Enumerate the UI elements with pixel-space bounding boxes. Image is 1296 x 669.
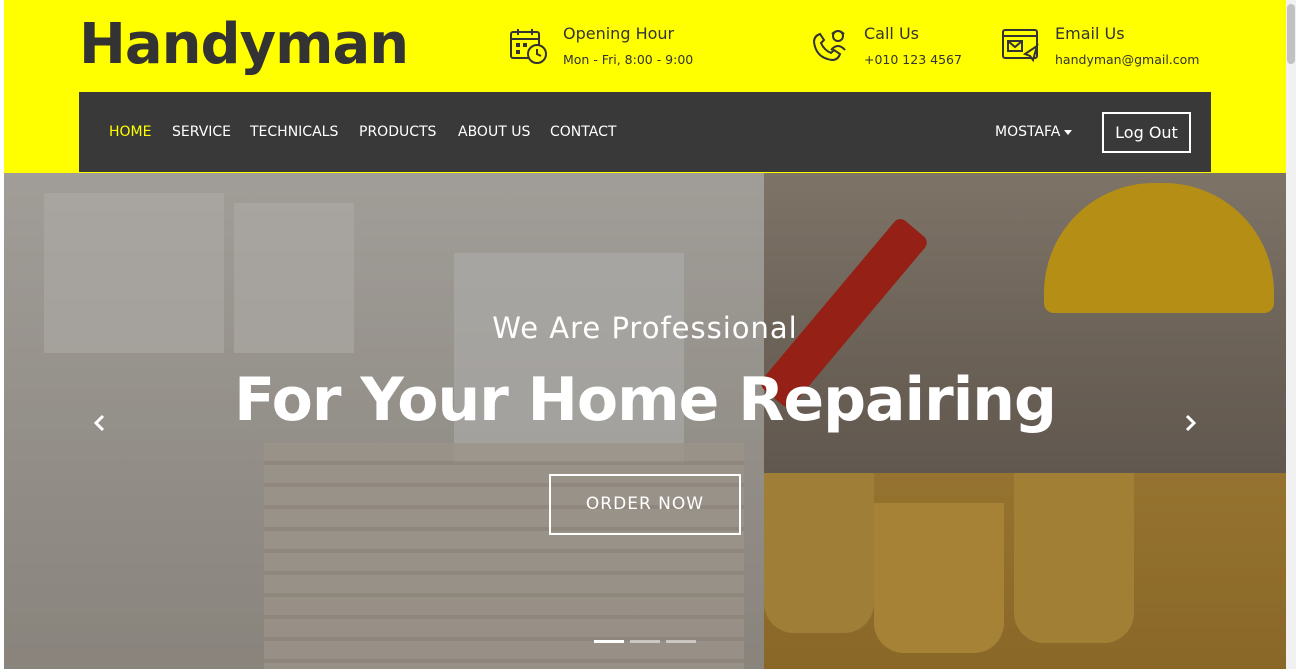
nav-home[interactable]: HOME [109,124,151,140]
user-name: MOSTAFA [995,124,1061,140]
brand-logo[interactable]: Handyman [79,10,409,80]
phone-worker-icon [812,30,846,62]
nav-service[interactable]: SERVICE [172,124,231,140]
caret-down-icon [1064,129,1073,135]
order-now-button[interactable]: ORDER NOW [549,474,741,535]
email-us-detail[interactable]: handyman@gmail.com [1055,52,1199,67]
opening-hour-title: Opening Hour [563,24,675,43]
nav-contact[interactable]: CONTACT [550,124,616,140]
carousel-prev-icon[interactable] [90,413,110,433]
calendar-clock-icon [510,29,547,64]
user-dropdown[interactable]: MOSTAFA [995,124,1073,140]
page-scrollbar[interactable] [1286,0,1296,669]
main-navbar: HOME SERVICE TECHNICALS PRODUCTS ABOUT U… [79,92,1211,172]
nav-products[interactable]: PRODUCTS [359,124,436,140]
logout-button[interactable]: Log Out [1102,112,1191,153]
carousel-indicator-2[interactable] [630,640,660,643]
carousel-indicator-3[interactable] [666,640,696,643]
hero-carousel: We Are Professional For Your Home Repair… [4,173,1286,669]
scrollbar-thumb[interactable] [1287,4,1295,64]
site-header: Handyman Opening Hour Mon - Fri, 8:00 - … [4,0,1286,173]
carousel-indicators [594,640,704,644]
email-icon [1002,29,1039,63]
carousel-indicator-1[interactable] [594,640,624,643]
nav-technicals[interactable]: TECHNICALS [250,124,338,140]
hero-subtitle: We Are Professional [492,311,798,345]
hero-title: For Your Home Repairing [234,365,1057,435]
call-us-title: Call Us [864,24,919,43]
carousel-next-icon[interactable] [1180,413,1200,433]
nav-about-us[interactable]: ABOUT US [458,124,530,140]
call-us-detail[interactable]: +010 123 4567 [864,52,962,67]
email-us-title: Email Us [1055,24,1125,43]
opening-hour-detail: Mon - Fri, 8:00 - 9:00 [563,52,694,67]
